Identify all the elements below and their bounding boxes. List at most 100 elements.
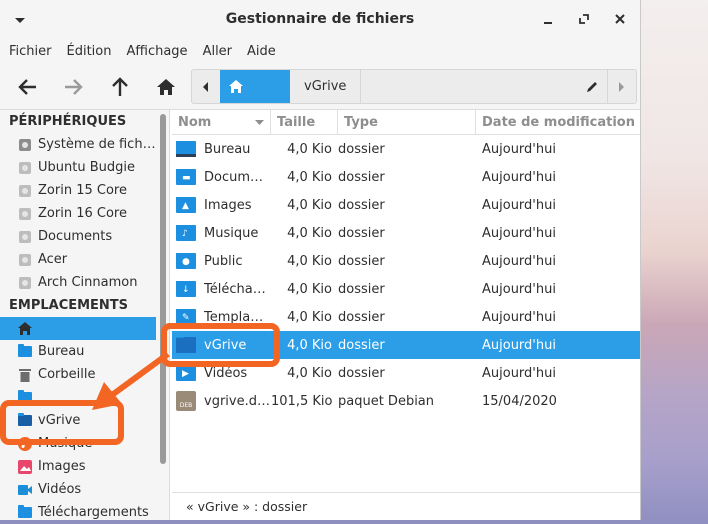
sidebar-item-label: Système de fich…	[38, 137, 156, 152]
file-row[interactable]: ♪ Musique 4,0 Kio dossier Aujourd'hui	[172, 219, 640, 247]
file-row[interactable]: DEB vgrive.d… 101,5 Kio paquet Debian 15/…	[172, 387, 640, 415]
sidebar-item-bureau[interactable]: Bureau	[0, 340, 156, 363]
music-folder-icon: ♪	[176, 225, 196, 241]
minimize-icon	[544, 22, 552, 24]
minimize-button[interactable]	[538, 9, 558, 29]
window-menu-button[interactable]	[10, 13, 30, 27]
sidebar-item-corbeille[interactable]: Corbeille	[0, 363, 156, 386]
sidebar-item-telechargements[interactable]: Téléchargements	[0, 501, 156, 520]
file-name: vgrive.d…	[204, 393, 270, 409]
sidebar-item-documents-drive[interactable]: Documents	[0, 225, 156, 248]
arrow-right-icon	[65, 79, 83, 95]
file-size: 4,0 Kio	[287, 253, 332, 269]
sidebar-item-label: Images	[38, 459, 86, 474]
file-type: dossier	[338, 253, 385, 269]
menu-fichier[interactable]: Fichier	[9, 44, 52, 59]
public-folder-icon: ●	[176, 253, 196, 269]
images-folder-icon: ▲	[176, 197, 196, 213]
file-name: Vidéos	[204, 365, 248, 381]
file-list-header: Nom Taille Type Date de modification	[172, 110, 640, 135]
drive-icon	[18, 230, 32, 244]
chevron-left-icon	[203, 81, 208, 92]
file-name: Images	[204, 197, 252, 213]
file-size: 4,0 Kio	[287, 309, 332, 325]
images-icon	[18, 459, 32, 474]
path-crumb-vgrive[interactable]: vGrive	[290, 70, 362, 103]
sidebar-item-arch-cinnamon[interactable]: Arch Cinnamon	[0, 271, 156, 294]
forward-button[interactable]	[58, 73, 88, 101]
menu-aller[interactable]: Aller	[203, 44, 232, 59]
drive-icon	[18, 161, 32, 175]
sidebar-item-acer[interactable]: Acer	[0, 248, 156, 271]
pencil-icon	[586, 81, 597, 92]
sidebar-item-label: Téléchargements	[38, 505, 149, 520]
menu-affichage[interactable]: Affichage	[126, 44, 187, 59]
file-size: 4,0 Kio	[287, 169, 332, 185]
desktop-folder-icon	[18, 344, 32, 359]
close-button[interactable]	[610, 9, 630, 29]
menu-aide[interactable]: Aide	[247, 44, 276, 59]
file-name: Docum…	[204, 169, 264, 185]
column-name-label: Nom	[178, 114, 212, 130]
up-button[interactable]	[105, 73, 135, 101]
sidebar-item-zorin-15[interactable]: Zorin 15 Core	[0, 179, 156, 202]
column-size[interactable]: Taille	[271, 110, 338, 134]
sort-down-icon	[255, 119, 264, 125]
sidebar-item-ubuntu-budgie[interactable]: Ubuntu Budgie	[0, 156, 156, 179]
file-date: Aujourd'hui	[482, 225, 556, 241]
highlight-box-file	[161, 323, 280, 367]
path-home-crumb[interactable]	[220, 70, 290, 103]
file-type: dossier	[338, 309, 385, 325]
column-name[interactable]: Nom	[172, 110, 271, 134]
file-type: dossier	[338, 337, 385, 353]
file-date: Aujourd'hui	[482, 197, 556, 213]
sidebar-item-images[interactable]: Images	[0, 455, 156, 478]
close-icon	[615, 14, 625, 24]
file-size: 4,0 Kio	[287, 141, 332, 157]
file-row[interactable]: ▲ Images 4,0 Kio dossier Aujourd'hui	[172, 191, 640, 219]
file-row[interactable]: ● Public 4,0 Kio dossier Aujourd'hui	[172, 247, 640, 275]
file-name: Télécha…	[204, 281, 266, 297]
file-size: 4,0 Kio	[287, 281, 332, 297]
edit-path-button[interactable]	[576, 70, 608, 103]
maximize-button[interactable]	[574, 9, 594, 29]
file-size: 101,5 Kio	[271, 393, 333, 409]
back-button[interactable]	[13, 73, 43, 101]
column-size-label: Taille	[277, 114, 316, 130]
file-type: dossier	[338, 365, 385, 381]
file-date: Aujourd'hui	[482, 253, 556, 269]
drive-icon	[18, 276, 32, 290]
drive-icon	[18, 207, 32, 221]
sidebar-item-system[interactable]: Système de fich…	[0, 133, 156, 156]
file-row[interactable]: ↓ Télécha… 4,0 Kio dossier Aujourd'hui	[172, 275, 640, 303]
file-date: Aujourd'hui	[482, 169, 556, 185]
home-button[interactable]	[151, 73, 181, 101]
sidebar-scrollbar[interactable]	[160, 114, 166, 464]
sidebar-item-label: Vidéos	[38, 482, 82, 497]
menu-edition[interactable]: Édition	[67, 44, 112, 59]
file-row[interactable]: Bureau 4,0 Kio dossier Aujourd'hui	[172, 135, 640, 163]
file-type: dossier	[338, 169, 385, 185]
sidebar: PÉRIPHÉRIQUES Système de fich… Ubuntu Bu…	[0, 110, 170, 520]
sidebar-item-home[interactable]	[0, 317, 156, 340]
path-scroll-right[interactable]	[608, 70, 636, 103]
desktop-folder-icon	[176, 141, 196, 157]
column-type[interactable]: Type	[338, 110, 476, 134]
title-bar: Gestionnaire de fichiers	[0, 0, 640, 38]
sidebar-item-label: Ubuntu Budgie	[38, 160, 135, 175]
sidebar-item-label: Documents	[38, 229, 113, 244]
sidebar-item-zorin-16[interactable]: Zorin 16 Core	[0, 202, 156, 225]
drive-icon	[18, 184, 32, 198]
path-scroll-left[interactable]	[192, 70, 220, 103]
file-name: Bureau	[204, 141, 251, 157]
deb-package-icon: DEB	[176, 391, 196, 411]
sidebar-heading-devices: PÉRIPHÉRIQUES	[9, 114, 127, 129]
sidebar-item-videos[interactable]: Vidéos	[0, 478, 156, 501]
path-bar: vGrive	[191, 69, 637, 104]
home-icon	[157, 79, 175, 95]
file-date: Aujourd'hui	[482, 365, 556, 381]
column-date[interactable]: Date de modification	[476, 110, 640, 134]
file-row[interactable]: ▬ Docum… 4,0 Kio dossier Aujourd'hui	[172, 163, 640, 191]
documents-folder-icon: ▬	[176, 169, 196, 185]
trash-icon	[18, 368, 32, 382]
